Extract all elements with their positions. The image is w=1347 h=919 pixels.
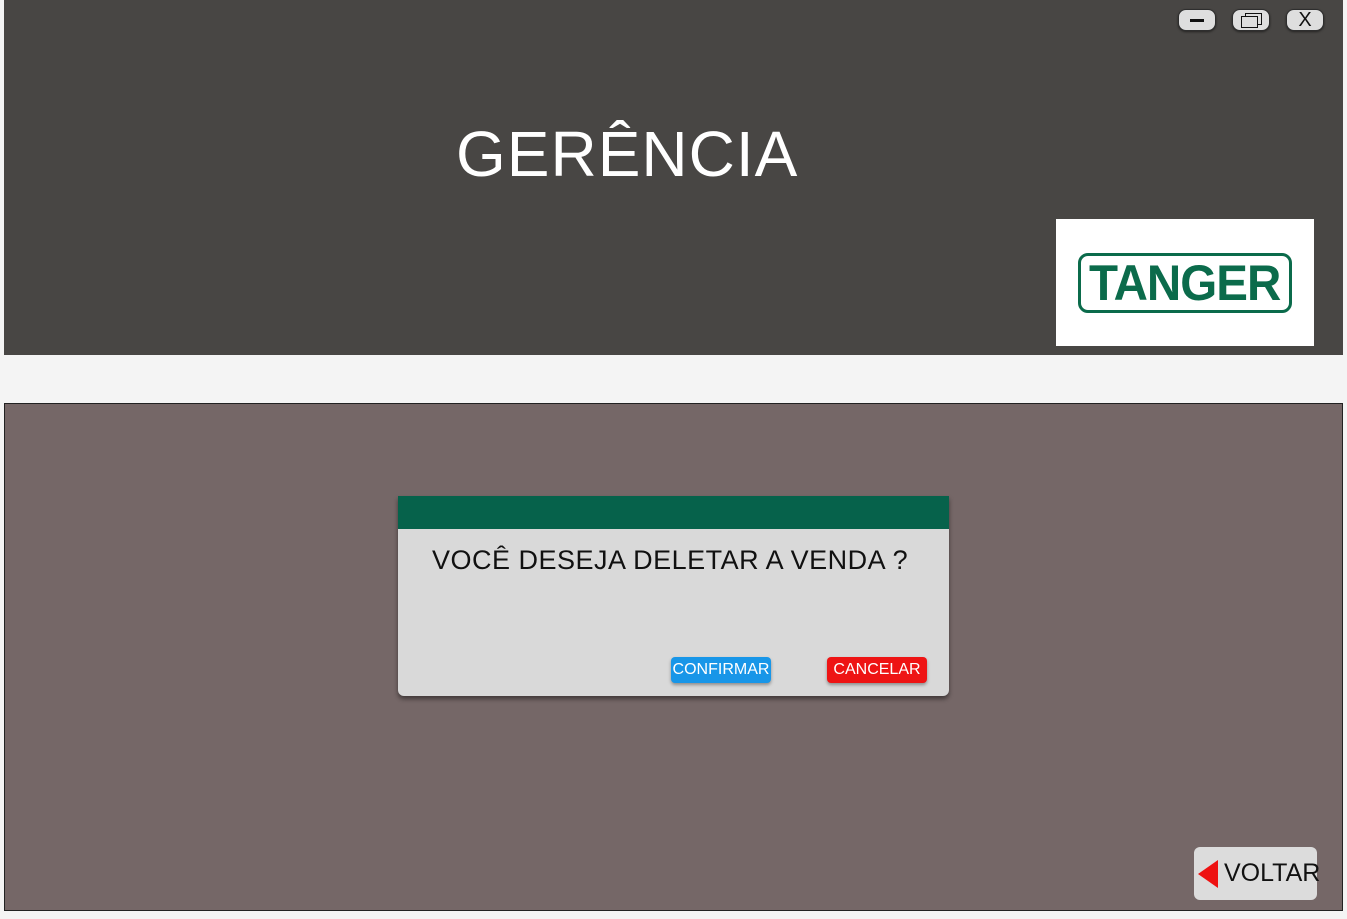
back-button[interactable]: VOLTAR — [1194, 847, 1321, 900]
left-arrow-icon — [1198, 859, 1218, 888]
close-icon: X — [1298, 9, 1312, 31]
confirm-button[interactable]: CONFIRMAR — [671, 657, 771, 683]
page-title: GERÊNCIA — [456, 118, 799, 190]
dialog-header — [398, 496, 949, 529]
maximize-button[interactable] — [1232, 9, 1270, 31]
minimize-button[interactable] — [1178, 9, 1216, 31]
logo-badge: TANGER — [1078, 252, 1292, 313]
back-button-label: VOLTAR — [1224, 859, 1321, 887]
logo: TANGER — [1056, 219, 1314, 346]
dialog-message: VOCÊ DESEJA DELETAR A VENDA ? — [432, 545, 909, 575]
close-button[interactable]: X — [1286, 9, 1324, 31]
maximize-icon — [1240, 13, 1262, 28]
minimize-icon — [1190, 18, 1204, 22]
logo-text: TANGER — [1089, 254, 1281, 311]
cancel-button[interactable]: CANCELAR — [827, 657, 927, 683]
confirm-delete-dialog: VOCÊ DESEJA DELETAR A VENDA ? CONFIRMAR … — [398, 496, 949, 696]
